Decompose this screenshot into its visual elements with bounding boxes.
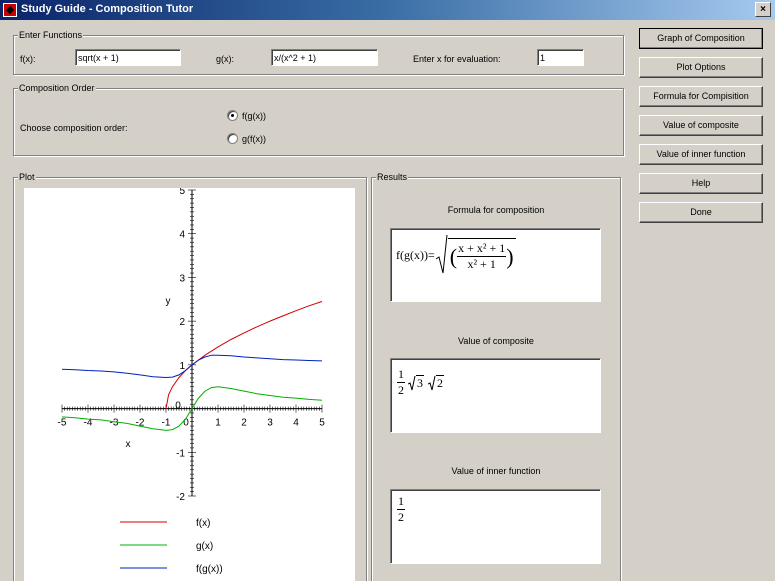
formula-expression: f(g(x))= ( x + x² + 1 x² + 1 ) [396, 235, 516, 275]
inner-title: Value of inner function [451, 466, 541, 476]
plot-label: Plot [18, 172, 36, 182]
composite-title: Value of composite [458, 336, 534, 346]
f-input[interactable] [75, 49, 181, 66]
y-tick-label: 1 [179, 361, 185, 372]
x-eval-input[interactable] [537, 49, 584, 66]
y-tick-label: 5 [179, 188, 185, 197]
formula-lhs: f(g(x))= [396, 247, 435, 262]
window-title: Study Guide - Composition Tutor [21, 3, 194, 15]
x-tick-label: -1 [162, 418, 171, 429]
legend-label-1: f(x) [196, 518, 210, 529]
formula-denominator: x² + 1 [467, 257, 496, 271]
x-eval-label: Enter x for evaluation: [413, 54, 501, 64]
x-tick-label: 5 [319, 418, 325, 429]
legend-label-3: f(g(x)) [196, 564, 223, 575]
x-tick-label: 1 [215, 418, 221, 429]
composite-radicand-1: 3 [416, 374, 424, 390]
composite-numerator: 1 [397, 367, 405, 383]
x-tick-label: 2 [241, 418, 247, 429]
radio-fgx-label: f(g(x)) [242, 111, 266, 121]
y-tick-label: -2 [176, 492, 185, 503]
done-button[interactable]: Done [639, 202, 763, 223]
y-axis-label: y [166, 296, 171, 307]
close-button[interactable]: × [755, 2, 771, 17]
composition-order-prompt: Choose composition order: [20, 123, 128, 133]
help-button[interactable]: Help [639, 173, 763, 194]
y-tick-label: -1 [176, 448, 185, 459]
inner-expression: 1 2 [397, 494, 405, 525]
composite-radicand-2: 2 [436, 374, 444, 390]
composite-box: 1 2 3 2 [390, 358, 601, 433]
value-of-inner-function-button[interactable]: Value of inner function [639, 144, 763, 165]
inner-box: 1 2 [390, 489, 601, 564]
formula-numerator: x + x² + 1 [457, 241, 507, 257]
y-tick-label: 3 [179, 273, 185, 284]
legend-label-2: g(x) [196, 541, 213, 552]
g-input[interactable] [271, 49, 378, 66]
composite-expression: 1 2 3 2 [397, 367, 444, 398]
x-tick-label: 3 [267, 418, 273, 429]
composition-order-group: Composition Order [13, 83, 624, 156]
enter-functions-label: Enter Functions [18, 30, 84, 40]
plot-chart: -5 -4 -3 -2 -1 0 1 2 3 4 5-2-1012345xyf(x)g(x)f(g(… [58, 186, 326, 575]
x-tick-label: 4 [293, 418, 299, 429]
x-tick-label: 0 [183, 418, 189, 429]
sqrt-sign-icon [435, 235, 448, 274]
y-tick-label: 4 [179, 230, 185, 241]
results-label: Results [376, 172, 409, 182]
radio-gfx[interactable] [227, 133, 238, 144]
radio-fgx[interactable] [227, 110, 238, 121]
formula-button[interactable]: Formula for Compisition [639, 86, 763, 107]
plot-area: -5 -4 -3 -2 -1 0 1 2 3 4 5 -2 -1 0 1 2 3 4 5 x y f(x) g(x) f(g(… [24, 186, 355, 581]
title-bar: Study Guide - Composition Tutor × [0, 0, 775, 20]
g-label: g(x): [216, 54, 234, 64]
inner-denominator: 2 [398, 510, 404, 524]
plot-options-button[interactable]: Plot Options [639, 57, 763, 78]
f-label: f(x): [20, 54, 36, 64]
sqrt-sign-icon [408, 375, 416, 390]
composition-order-label: Composition Order [18, 83, 96, 93]
sqrt-sign-icon [428, 375, 436, 390]
y-tick-label: 0 [175, 401, 181, 412]
value-of-composite-button[interactable]: Value of composite [639, 115, 763, 136]
radio-gfx-label: g(f(x)) [242, 134, 266, 144]
formula-fraction: x + x² + 1 x² + 1 [457, 241, 507, 272]
formula-title: Formula for composition [447, 205, 545, 215]
x-tick-label: -5 [58, 418, 67, 429]
formula-box: f(g(x))= ( x + x² + 1 x² + 1 ) [390, 228, 601, 302]
series-line-1 [165, 301, 323, 409]
app-icon [3, 3, 17, 17]
graph-of-composition-button[interactable]: Graph of Composition [639, 28, 763, 49]
x-tick-label: -3 [110, 418, 119, 429]
composite-denominator: 2 [398, 383, 404, 397]
x-axis-label: x [126, 439, 131, 450]
inner-numerator: 1 [397, 494, 405, 510]
y-tick-label: 2 [179, 317, 185, 328]
